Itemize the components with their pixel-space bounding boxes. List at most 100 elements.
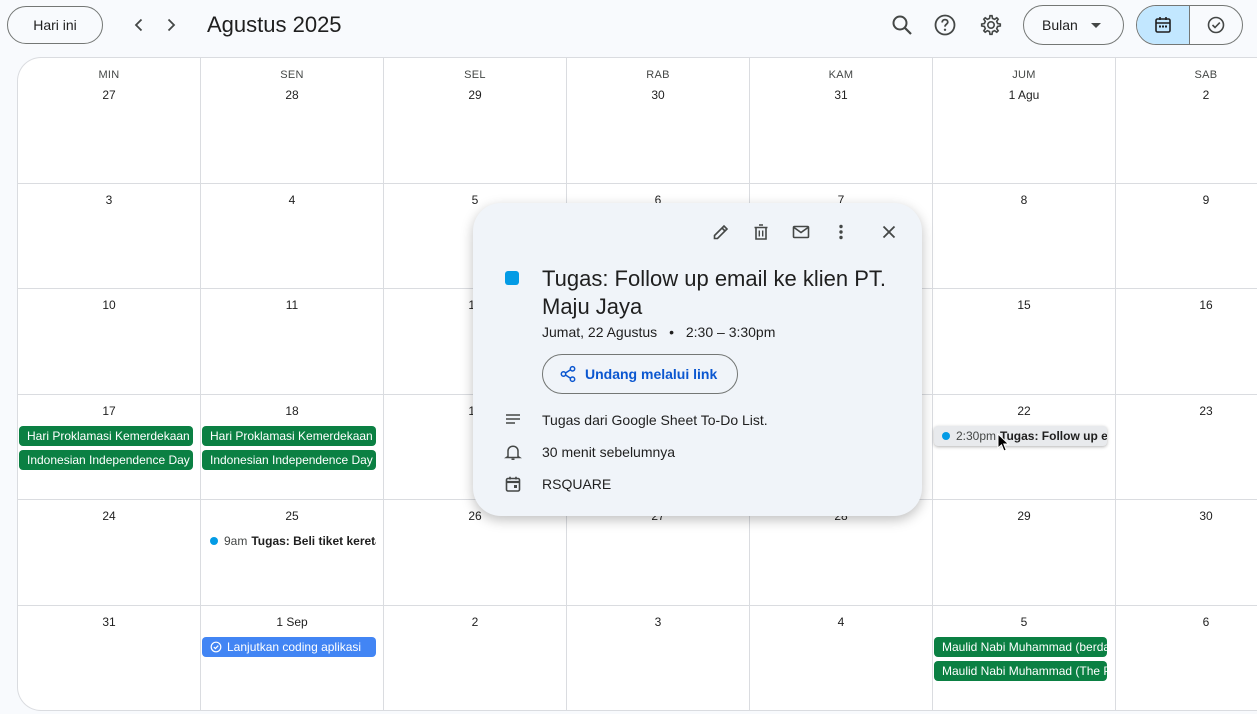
day-cell[interactable]: 29 <box>933 500 1116 606</box>
day-cell[interactable]: 17 Hari Proklamasi Kemerdekaan Indonesia… <box>18 395 201 500</box>
calendar-icon <box>501 472 525 496</box>
timed-event[interactable]: 9am Tugas: Beli tiket kereta <box>210 531 376 551</box>
event-time: 9am <box>224 534 248 548</box>
day-cell[interactable]: 10 <box>18 289 201 395</box>
day-number[interactable]: 9 <box>1116 193 1257 207</box>
day-cell[interactable]: KAM 31 <box>750 58 933 184</box>
today-button[interactable]: Hari ini <box>7 6 103 44</box>
day-number[interactable]: 28 <box>201 88 383 102</box>
mouse-cursor-icon <box>997 432 1011 458</box>
day-number[interactable]: 17 <box>18 404 200 418</box>
event-time: 2:30pm <box>956 429 997 443</box>
weekday-label: MIN <box>98 69 120 81</box>
chevron-right-icon[interactable] <box>156 10 186 40</box>
day-cell[interactable]: 5 Maulid Nabi Muhammad (berdasarkan Maul… <box>933 606 1116 710</box>
day-cell[interactable]: JUM 1 Agu <box>933 58 1116 184</box>
day-cell[interactable]: 24 <box>18 500 201 606</box>
reminder-row: 30 menit sebelumnya <box>501 440 675 464</box>
day-cell[interactable]: 3 <box>18 184 201 289</box>
day-cell[interactable]: 1 Sep Lanjutkan coding aplikasi <box>201 606 384 710</box>
day-number[interactable]: 29 <box>933 509 1115 523</box>
event-datetime: Jumat, 22 Agustus • 2:30 – 3:30pm <box>542 324 775 340</box>
day-number[interactable]: 16 <box>1116 298 1257 312</box>
day-number[interactable]: 5 <box>933 615 1115 629</box>
calendar-icon[interactable] <box>1137 6 1190 44</box>
day-cell[interactable]: 9 <box>1116 184 1257 289</box>
gear-icon[interactable] <box>975 9 1007 41</box>
trash-icon[interactable] <box>747 218 775 246</box>
holiday-chip[interactable]: Hari Proklamasi Kemerdekaan <box>202 426 376 446</box>
day-cell[interactable]: 25 9am Tugas: Beli tiket kereta <box>201 500 384 606</box>
day-number[interactable]: 30 <box>567 88 749 102</box>
day-cell[interactable]: 4 <box>201 184 384 289</box>
more-vert-icon[interactable] <box>827 218 855 246</box>
chevron-left-icon[interactable] <box>124 10 154 40</box>
day-cell[interactable]: 31 <box>18 606 201 710</box>
day-cell[interactable]: 4 <box>750 606 933 710</box>
help-icon[interactable] <box>929 9 961 41</box>
event-title: Tugas: Follow up email <box>1000 429 1107 443</box>
day-number[interactable]: 15 <box>933 298 1115 312</box>
close-icon[interactable] <box>875 218 903 246</box>
day-cell[interactable]: 30 <box>1116 500 1257 606</box>
day-number[interactable]: 24 <box>18 509 200 523</box>
view-select[interactable]: Bulan <box>1023 5 1124 45</box>
day-number[interactable]: 30 <box>1116 509 1257 523</box>
view-toggle <box>1136 5 1243 45</box>
bell-icon <box>501 440 525 464</box>
description-row: Tugas dari Google Sheet To-Do List. <box>501 408 768 432</box>
day-cell[interactable]: 3 <box>567 606 750 710</box>
timed-event-selected[interactable]: 2:30pm Tugas: Follow up email <box>934 426 1107 446</box>
event-color-swatch <box>505 271 519 285</box>
day-number[interactable]: 29 <box>384 88 566 102</box>
day-number[interactable]: 4 <box>201 193 383 207</box>
day-cell[interactable]: 6 <box>1116 606 1257 710</box>
day-number[interactable]: 31 <box>750 88 932 102</box>
mail-icon[interactable] <box>787 218 815 246</box>
weekday-label: KAM <box>828 69 854 81</box>
day-number[interactable]: 31 <box>18 615 200 629</box>
weekday-label: JUM <box>1012 69 1036 81</box>
day-cell[interactable]: 2 <box>384 606 567 710</box>
day-cell[interactable]: 15 <box>933 289 1116 395</box>
day-cell[interactable]: SEL 29 <box>384 58 567 184</box>
holiday-chip[interactable]: Indonesian Independence Day <box>202 450 376 470</box>
day-number[interactable]: 27 <box>18 88 200 102</box>
day-number[interactable]: 1 Agu <box>933 88 1115 102</box>
day-number[interactable]: 3 <box>567 615 749 629</box>
day-cell[interactable]: 8 <box>933 184 1116 289</box>
day-number[interactable]: 2 <box>1116 88 1257 102</box>
day-number[interactable]: 4 <box>750 615 932 629</box>
holiday-chip[interactable]: Maulid Nabi Muhammad (berdasarkan <box>934 637 1107 657</box>
holiday-chip[interactable]: Hari Proklamasi Kemerdekaan <box>19 426 193 446</box>
day-cell[interactable]: 22 2:30pm Tugas: Follow up email <box>933 395 1116 500</box>
task-chip[interactable]: Lanjutkan coding aplikasi <box>202 637 376 657</box>
day-cell[interactable]: SAB 2 <box>1116 58 1257 184</box>
day-cell[interactable]: 16 <box>1116 289 1257 395</box>
day-number[interactable]: 1 Sep <box>201 615 383 629</box>
day-number[interactable]: 22 <box>933 404 1115 418</box>
day-cell[interactable]: 11 <box>201 289 384 395</box>
day-number[interactable]: 10 <box>18 298 200 312</box>
calendar-row: RSQUARE <box>501 472 611 496</box>
day-number[interactable]: 3 <box>18 193 200 207</box>
share-link-button[interactable]: Undang melalui link <box>542 354 738 394</box>
pencil-icon[interactable] <box>707 218 735 246</box>
task-check-icon[interactable] <box>1190 6 1243 44</box>
search-icon[interactable] <box>886 9 918 41</box>
day-cell[interactable]: 23 <box>1116 395 1257 500</box>
day-number[interactable]: 23 <box>1116 404 1257 418</box>
day-cell[interactable]: 18 Hari Proklamasi Kemerdekaan Indonesia… <box>201 395 384 500</box>
day-cell[interactable]: MIN 27 <box>18 58 201 184</box>
day-number[interactable]: 25 <box>201 509 383 523</box>
day-number[interactable]: 18 <box>201 404 383 418</box>
day-number[interactable]: 6 <box>1116 615 1257 629</box>
holiday-chip[interactable]: Indonesian Independence Day <box>19 450 193 470</box>
day-cell[interactable]: SEN 28 <box>201 58 384 184</box>
day-cell[interactable]: RAB 30 <box>567 58 750 184</box>
day-number[interactable]: 8 <box>933 193 1115 207</box>
holiday-chip[interactable]: Maulid Nabi Muhammad (The Prophet <box>934 661 1107 681</box>
share-icon <box>560 365 576 383</box>
day-number[interactable]: 2 <box>384 615 566 629</box>
day-number[interactable]: 11 <box>201 298 383 312</box>
